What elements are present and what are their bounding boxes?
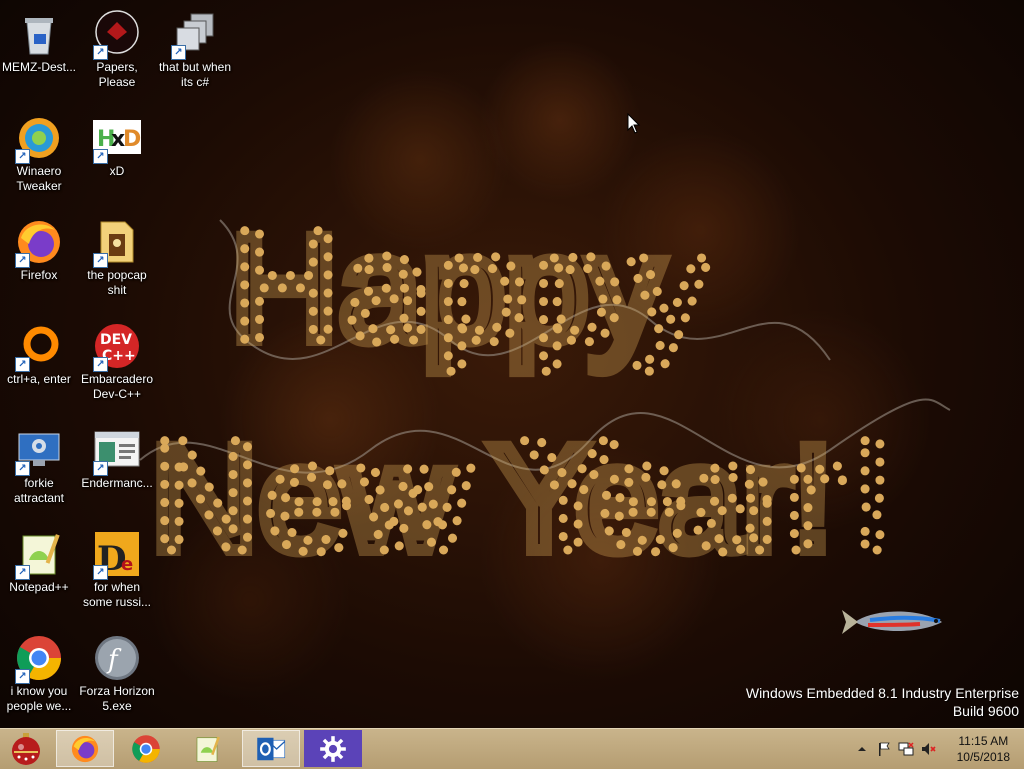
icon-label: MEMZ-Dest...	[2, 60, 76, 74]
desktop-icon-recycle[interactable]: MEMZ-Dest...	[0, 2, 78, 75]
icon-label: Embarcadero Dev-C++	[80, 372, 154, 401]
outlook-icon	[257, 737, 286, 760]
watermark-build: Build 9600	[952, 703, 1019, 719]
greeting-line2-glow: New Year!	[150, 414, 834, 580]
system-tray: 11:15 AM 10/5/2018	[834, 729, 1024, 769]
chrome-taskbar-button[interactable]	[117, 730, 175, 767]
svg-text:D: D	[123, 127, 141, 152]
outlook-taskbar-button[interactable]	[242, 730, 300, 767]
shortcut-arrow-icon: ↗	[93, 357, 108, 372]
fish-decoration	[840, 600, 950, 645]
stacked-windows-icon: ↗	[171, 10, 219, 60]
shortcut-arrow-icon: ↗	[15, 461, 30, 476]
desktop[interactable]: Happy Happy New Year! New Year! MEMZ-Des…	[0, 0, 1024, 728]
desktop-icon-popcap[interactable]: ↗ the popcap shit	[78, 210, 156, 298]
folder-icon: ↗	[93, 218, 141, 268]
delphi-icon: D e ↗	[93, 530, 141, 580]
flag-icon[interactable]	[876, 741, 892, 757]
windows-watermark: Windows Embedded 8.1 Industry Enterprise…	[746, 684, 1019, 720]
winaero-icon: ↗	[15, 114, 63, 164]
icon-label: Notepad++	[9, 580, 69, 594]
desktop-icon-winaero[interactable]: ↗ Winaero Tweaker	[0, 106, 78, 194]
desktop-icon-russi[interactable]: D e ↗ for when some russi...	[78, 522, 156, 610]
desktop-icon-chrome[interactable]: ↗ i know you people we...	[0, 626, 78, 714]
gear-icon	[320, 735, 346, 762]
computer-settings-icon: ↗	[15, 426, 63, 476]
taskbar[interactable]: 11:15 AM 10/5/2018	[0, 728, 1024, 769]
wallpaper-greeting: Happy Happy New Year! New Year!	[130, 200, 960, 580]
dev-cpp-icon: DEV C++ ↗	[93, 322, 141, 372]
desktop-icon-devcpp[interactable]: DEV C++ ↗ Embarcadero Dev-C++	[78, 314, 156, 402]
desktop-icon-enderman[interactable]: ↗ Endermanc...	[78, 418, 156, 491]
icon-label: forkie attractant	[13, 476, 65, 505]
icon-label: i know you people we...	[6, 684, 72, 713]
desktop-icon-xd[interactable]: H x D ↗ xD	[78, 106, 156, 179]
chrome-icon: ↗	[15, 634, 63, 684]
shortcut-arrow-icon: ↗	[171, 45, 186, 60]
speaker-muted-icon[interactable]	[920, 741, 936, 757]
icon-label: for when some russi...	[82, 580, 151, 609]
icon-label: the popcap shit	[87, 268, 147, 297]
shortcut-arrow-icon: ↗	[15, 149, 30, 164]
desktop-icon-cs[interactable]: ↗ that but when its c#	[156, 2, 234, 90]
icon-label: that but when its c#	[158, 60, 232, 89]
desktop-icon-notepadpp[interactable]: ↗ Notepad++	[0, 522, 78, 595]
start-button[interactable]	[4, 730, 48, 767]
watermark-edition: Windows Embedded 8.1 Industry Enterprise	[745, 685, 1019, 701]
icon-label: Firefox	[20, 268, 58, 282]
firefox-taskbar-button[interactable]	[56, 730, 114, 767]
desktop-icon-papers[interactable]: ↗ Papers, Please	[78, 2, 156, 90]
window-app-icon: ↗	[93, 426, 141, 476]
recycle-bin-icon	[15, 10, 63, 58]
flash-icon: f	[93, 634, 141, 682]
shortcut-arrow-icon: ↗	[93, 253, 108, 268]
taskbar-clock[interactable]: 11:15 AM 10/5/2018	[957, 733, 1010, 765]
shortcut-arrow-icon: ↗	[15, 357, 30, 372]
svg-text:e: e	[121, 554, 133, 575]
settings-taskbar-button[interactable]	[304, 730, 362, 767]
chrome-icon	[132, 734, 160, 763]
shortcut-arrow-icon: ↗	[93, 565, 108, 580]
greeting-line1-glow: Happy	[230, 204, 664, 372]
orange-ring-icon: ↗	[15, 322, 63, 372]
firefox-icon	[71, 735, 99, 762]
desktop-icon-forkie[interactable]: ↗ forkie attractant	[0, 418, 78, 506]
shortcut-arrow-icon: ↗	[15, 669, 30, 684]
shortcut-arrow-icon: ↗	[93, 45, 108, 60]
icon-label: ctrl+a, enter	[7, 372, 71, 386]
chevron-up-icon[interactable]	[854, 741, 870, 757]
icon-label: Winaero Tweaker	[16, 164, 62, 193]
icon-label: Forza Horizon 5.exe	[79, 684, 155, 713]
icon-label: xD	[109, 164, 125, 178]
shortcut-arrow-icon: ↗	[93, 149, 108, 164]
notepad-plus-plus-icon	[196, 736, 220, 762]
shortcut-arrow-icon: ↗	[15, 253, 30, 268]
shortcut-arrow-icon: ↗	[93, 461, 108, 476]
icon-label: Endermanc...	[81, 476, 153, 490]
desktop-icon-forza[interactable]: f Forza Horizon 5.exe	[78, 626, 156, 714]
icon-label: Papers, Please	[96, 60, 138, 89]
notepad-plus-plus-icon: ↗	[15, 530, 63, 580]
clock-time: 11:15 AM	[958, 734, 1009, 748]
notepadpp-taskbar-button[interactable]	[178, 730, 236, 767]
desktop-icon-firefox[interactable]: ↗ Firefox	[0, 210, 78, 283]
clock-date: 10/5/2018	[956, 750, 1010, 764]
papers-please-icon: ↗	[93, 10, 141, 60]
desktop-icon-ctrla[interactable]: ↗ ctrl+a, enter	[0, 314, 78, 387]
shortcut-arrow-icon: ↗	[15, 565, 30, 580]
mouse-cursor-icon	[627, 112, 641, 135]
hxd-icon: H x D ↗	[93, 114, 141, 164]
ornament-start-icon	[12, 732, 40, 765]
firefox-icon: ↗	[15, 218, 63, 268]
svg-text:DEV: DEV	[100, 332, 132, 348]
network-icon[interactable]	[898, 741, 914, 757]
